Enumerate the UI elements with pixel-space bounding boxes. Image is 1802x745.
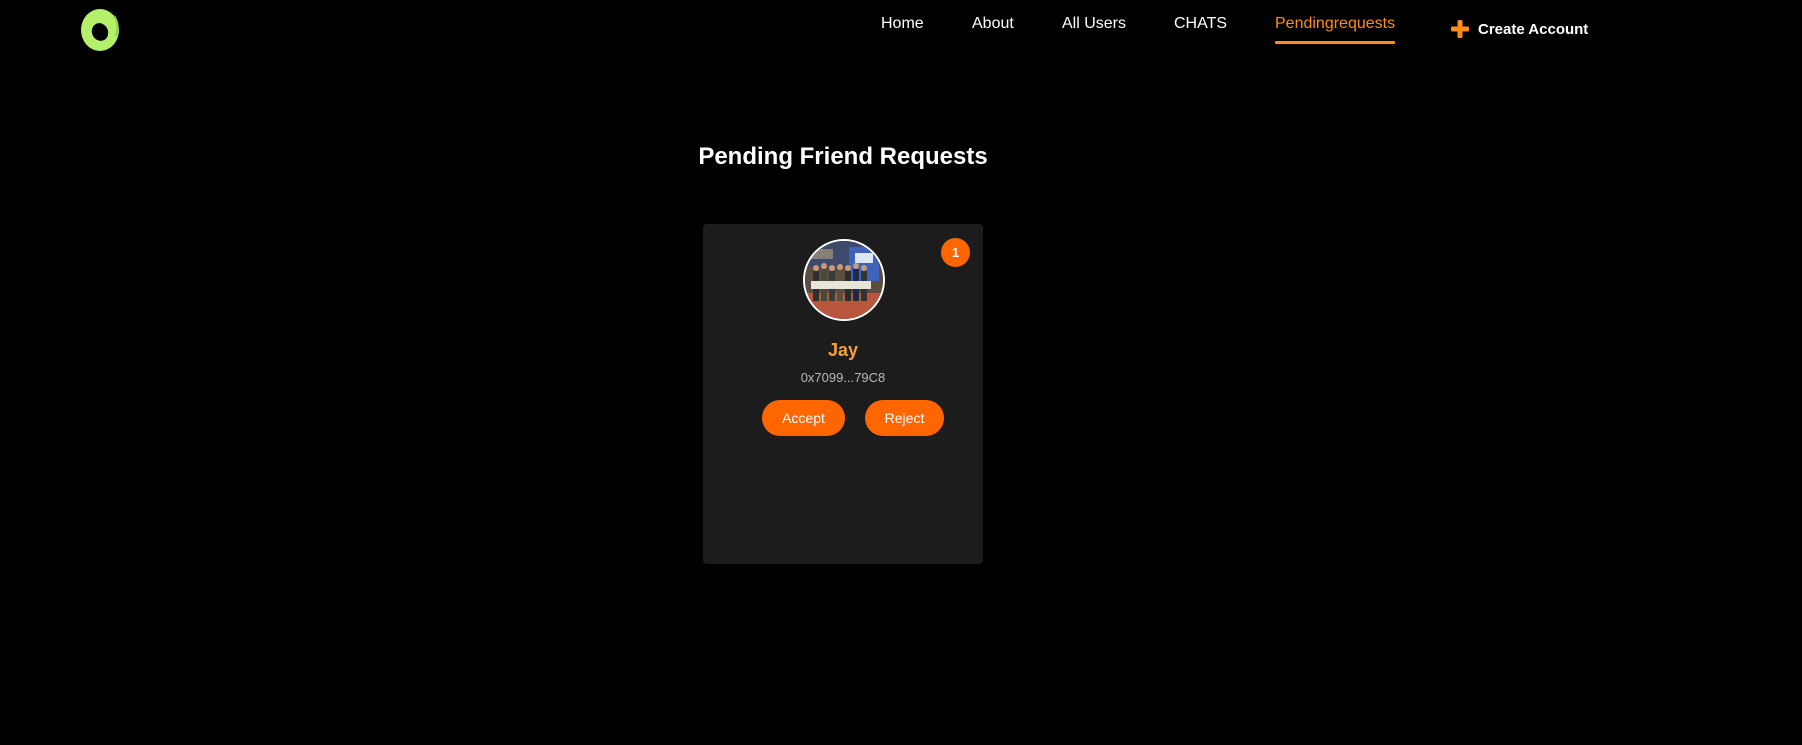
- create-account-label: Create Account: [1478, 20, 1589, 38]
- page-title: Pending Friend Requests: [698, 143, 988, 170]
- plus-icon: [1451, 20, 1469, 38]
- active-tab-underline: [1275, 41, 1396, 44]
- friend-request-card: 1 Jay 0x7099...79C8 Accept Reject: [703, 224, 983, 564]
- user-photo-avatar-image: [805, 241, 883, 319]
- page: Home About All Users CHATS Pendingreques…: [0, 0, 1802, 745]
- user-photo-avatar: [803, 239, 885, 321]
- request-count-badge: 1: [941, 238, 970, 267]
- nav-all-users[interactable]: All Users: [1062, 15, 1126, 33]
- nav-home[interactable]: Home: [881, 15, 924, 33]
- nav-about[interactable]: About: [972, 15, 1014, 33]
- nav-chats[interactable]: CHATS: [1174, 15, 1227, 33]
- nav-pending-requests[interactable]: Pendingrequests: [1275, 15, 1396, 44]
- top-nav: Home About All Users CHATS Pendingreques…: [0, 0, 1802, 60]
- requester-wallet-address: 0x7099...79C8: [800, 370, 886, 385]
- nav-pending-requests-label: Pendingrequests: [1275, 15, 1396, 32]
- reject-button[interactable]: Reject: [865, 400, 944, 436]
- requester-name: Jay: [827, 340, 859, 360]
- accept-button[interactable]: Accept: [762, 400, 845, 436]
- create-account-button[interactable]: Create Account: [1450, 19, 1588, 39]
